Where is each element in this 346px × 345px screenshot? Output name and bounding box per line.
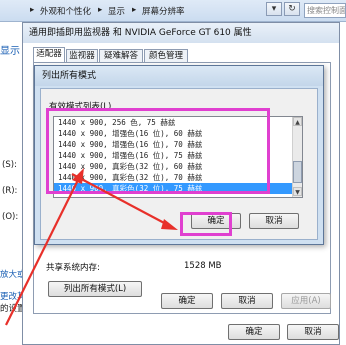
listbox-scrollbar[interactable]: ▲ ▼ [292,117,302,197]
breadcrumb-separator: ▸ [30,5,35,15]
list-item[interactable]: 1440 x 900, 真彩色(32 位), 75 赫兹 [54,183,302,194]
list-item[interactable]: 1440 x 900, 真彩色(32 位), 70 赫兹 [54,172,302,183]
breadcrumb-appearance[interactable]: 外观和个性化 [40,5,91,17]
orientation-label-fragment: (O): [2,212,19,222]
outer-ok-button[interactable]: 确定 [228,324,280,340]
list-modes-body: 有效模式列表(L) 1440 x 900, 256 色, 75 赫兹 1440 x… [40,88,318,240]
outer-cancel-button[interactable]: 取消 [287,324,339,340]
search-input[interactable]: 搜索控制面 [304,3,346,18]
shared-memory-label: 共享系统内存: [46,263,100,273]
tab-troubleshoot[interactable]: 疑难解答 [99,49,143,63]
explorer-address-bar: ▸ 外观和个性化 ▸ 显示 ▸ 屏幕分辨率 ▾ ↻ 搜索控制面 [0,0,346,22]
list-item[interactable]: 1440 x 900, 增强色(16 位), 75 赫兹 [54,150,302,161]
refresh-icon[interactable]: ↻ [284,2,300,16]
dialog-title: 通用即插即用监视器 和 NVIDIA GeForce GT 610 属性 [23,23,339,43]
tab-color-management[interactable]: 颜色管理 [144,49,188,63]
list-item[interactable]: 1440 x 900, 256 色, 75 赫兹 [54,117,302,128]
display-label-fragment: (S): [2,160,17,170]
breadcrumb-display[interactable]: 显示 [108,5,125,17]
modes-ok-button[interactable]: 确定 [191,213,241,229]
list-item[interactable]: 1440 x 900, 增强色(16 位), 70 赫兹 [54,139,302,150]
modes-cancel-button[interactable]: 取消 [249,213,299,229]
list-item[interactable]: 1440 x 900, 增强色(16 位), 60 赫兹 [54,128,302,139]
breadcrumb-separator: ▸ [98,5,103,15]
apply-button[interactable]: 应用(A) [281,293,331,309]
ok-button[interactable]: 确定 [161,293,213,309]
tab-adapter[interactable]: 适配器 [33,47,65,63]
list-modes-dialog: 列出所有模式 有效模式列表(L) 1440 x 900, 256 色, 75 赫… [34,65,324,245]
scroll-up-icon[interactable]: ▲ [293,117,302,126]
page-heading-fragment: 显示 [0,46,20,57]
tab-monitor[interactable]: 监视器 [66,49,98,63]
list-item[interactable]: 1440 x 900, 真彩色(32 位), 60 赫兹 [54,161,302,172]
scroll-down-icon[interactable]: ▼ [293,187,302,196]
cancel-button[interactable]: 取消 [221,293,273,309]
scroll-thumb[interactable] [293,161,302,183]
list-modes-title: 列出所有模式 [35,66,323,86]
shared-memory-value: 1528 MB [184,261,222,271]
resolution-label-fragment: (R): [2,186,18,196]
breadcrumb-separator: ▸ [132,5,137,15]
list-all-modes-button[interactable]: 列出所有模式(L) [48,281,142,297]
breadcrumb-resolution[interactable]: 屏幕分辨率 [142,5,185,17]
dropdown-icon[interactable]: ▾ [266,2,282,16]
modes-listbox[interactable]: 1440 x 900, 256 色, 75 赫兹1440 x 900, 256 … [53,116,303,198]
valid-modes-label: 有效模式列表(L) [49,102,112,112]
